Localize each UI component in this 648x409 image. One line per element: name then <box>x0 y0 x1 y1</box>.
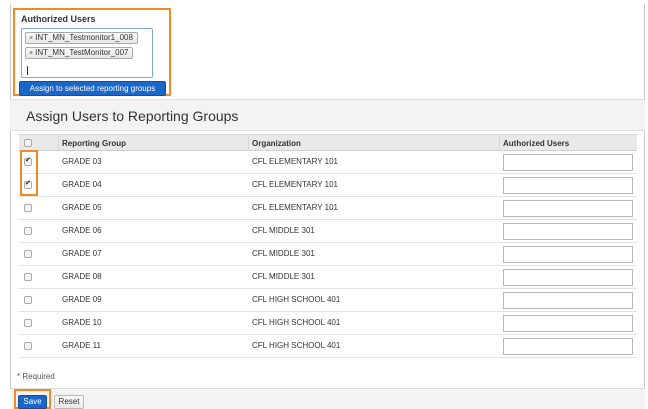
reporting-group-cell: GRADE 09 <box>62 295 102 304</box>
reset-button[interactable]: Reset <box>54 395 84 409</box>
reporting-group-cell: GRADE 03 <box>62 157 102 166</box>
table-row: GRADE 09 CFL HIGH SCHOOL 401 <box>19 289 637 312</box>
required-note: * Required <box>17 372 55 381</box>
row-checkbox[interactable] <box>24 227 32 235</box>
user-chip-label: INT_MN_Testmonitor1_008 <box>35 33 133 42</box>
authorized-users-tag-input[interactable]: × INT_MN_Testmonitor1_008 × INT_MN_TestMon… <box>21 28 153 78</box>
column-divider <box>499 135 500 150</box>
organization-cell: CFL ELEMENTARY 101 <box>252 180 338 189</box>
authorized-users-field[interactable] <box>503 177 633 194</box>
assign-to-groups-button[interactable]: Assign to selected reporting groups <box>19 81 166 96</box>
organization-cell: CFL HIGH SCHOOL 401 <box>252 318 341 327</box>
row-checkbox[interactable] <box>24 156 32 166</box>
column-header-authorized-users[interactable]: Authorized Users <box>503 139 569 148</box>
row-checkbox[interactable] <box>24 204 32 212</box>
section-header: Assign Users to Reporting Groups <box>10 99 645 131</box>
reporting-group-cell: GRADE 08 <box>62 272 102 281</box>
reporting-groups-table: Reporting Group Organization Authorized … <box>19 134 637 358</box>
form-footer <box>10 388 645 409</box>
organization-cell: CFL ELEMENTARY 101 <box>252 203 338 212</box>
table-row: GRADE 04 CFL ELEMENTARY 101 <box>19 174 637 197</box>
organization-cell: CFL MIDDLE 301 <box>252 272 315 281</box>
row-checkbox[interactable] <box>24 273 32 281</box>
row-checkbox[interactable] <box>24 342 32 350</box>
save-button[interactable]: Save <box>18 395 47 409</box>
section-title: Assign Users to Reporting Groups <box>26 108 239 124</box>
reporting-group-cell: GRADE 10 <box>62 318 102 327</box>
table-row: GRADE 10 CFL HIGH SCHOOL 401 <box>19 312 637 335</box>
authorized-users-field[interactable] <box>503 315 633 332</box>
table-row: GRADE 03 CFL ELEMENTARY 101 <box>19 151 637 174</box>
user-chip[interactable]: × INT_MN_Testmonitor1_008 <box>25 32 138 44</box>
row-checkbox[interactable] <box>24 296 32 304</box>
reporting-group-cell: GRADE 05 <box>62 203 102 212</box>
remove-chip-icon[interactable]: × <box>29 35 33 42</box>
table-row: GRADE 11 CFL HIGH SCHOOL 401 <box>19 335 637 358</box>
column-header-organization[interactable]: Organization <box>252 139 301 148</box>
reporting-group-cell: GRADE 11 <box>62 341 101 350</box>
select-all-checkbox[interactable] <box>24 139 32 147</box>
row-checkbox[interactable] <box>24 319 32 327</box>
text-cursor <box>27 66 28 75</box>
organization-cell: CFL HIGH SCHOOL 401 <box>252 341 341 350</box>
row-checkbox[interactable] <box>24 179 32 189</box>
authorized-users-field[interactable] <box>503 292 633 309</box>
table-header: Reporting Group Organization Authorized … <box>19 134 637 151</box>
authorized-users-field[interactable] <box>503 269 633 286</box>
table-row: GRADE 08 CFL MIDDLE 301 <box>19 266 637 289</box>
authorized-users-field[interactable] <box>503 246 633 263</box>
column-header-reporting-group[interactable]: Reporting Group <box>62 139 126 148</box>
row-checkbox[interactable] <box>24 250 32 258</box>
table-row: GRADE 05 CFL ELEMENTARY 101 <box>19 197 637 220</box>
table-row: GRADE 07 CFL MIDDLE 301 <box>19 243 637 266</box>
organization-cell: CFL MIDDLE 301 <box>252 249 315 258</box>
table-body: GRADE 03 CFL ELEMENTARY 101 GRADE 04 CFL EL… <box>19 151 637 358</box>
authorized-users-label: Authorized Users <box>21 14 96 24</box>
remove-chip-icon[interactable]: × <box>29 50 33 57</box>
column-divider <box>58 135 59 150</box>
organization-cell: CFL HIGH SCHOOL 401 <box>252 295 341 304</box>
authorized-users-field[interactable] <box>503 154 633 171</box>
authorized-users-field[interactable] <box>503 338 633 355</box>
reporting-group-cell: GRADE 06 <box>62 226 102 235</box>
authorized-users-field[interactable] <box>503 223 633 240</box>
user-chip[interactable]: × INT_MN_TestMonitor_007 <box>25 47 134 59</box>
authorized-users-panel: Authorized Users × INT_MN_Testmonitor1_00… <box>13 8 171 96</box>
organization-cell: CFL ELEMENTARY 101 <box>252 157 338 166</box>
reporting-group-cell: GRADE 07 <box>62 249 102 258</box>
table-row: GRADE 06 CFL MIDDLE 301 <box>19 220 637 243</box>
column-divider <box>248 135 249 150</box>
authorized-users-field[interactable] <box>503 200 633 217</box>
organization-cell: CFL MIDDLE 301 <box>252 226 315 235</box>
reporting-group-cell: GRADE 04 <box>62 180 102 189</box>
user-chip-label: INT_MN_TestMonitor_007 <box>35 48 129 57</box>
